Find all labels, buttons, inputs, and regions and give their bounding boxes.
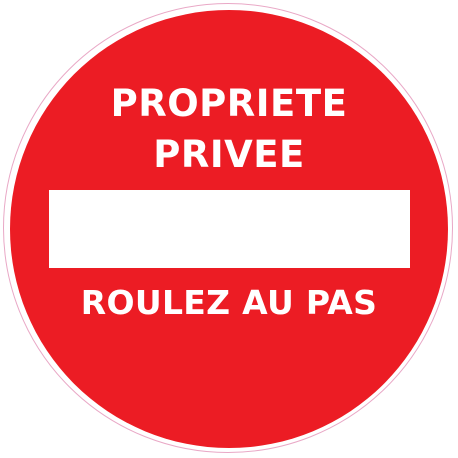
sign-text-line-1: PROPRIETE bbox=[110, 82, 348, 125]
sign-canvas: PROPRIETE PRIVEE ROULEZ AU PAS bbox=[0, 0, 458, 458]
sign-text-line-3: ROULEZ AU PAS bbox=[80, 283, 378, 322]
sign-text-line-2: PRIVEE bbox=[153, 133, 305, 176]
no-entry-white-bar bbox=[49, 190, 410, 268]
